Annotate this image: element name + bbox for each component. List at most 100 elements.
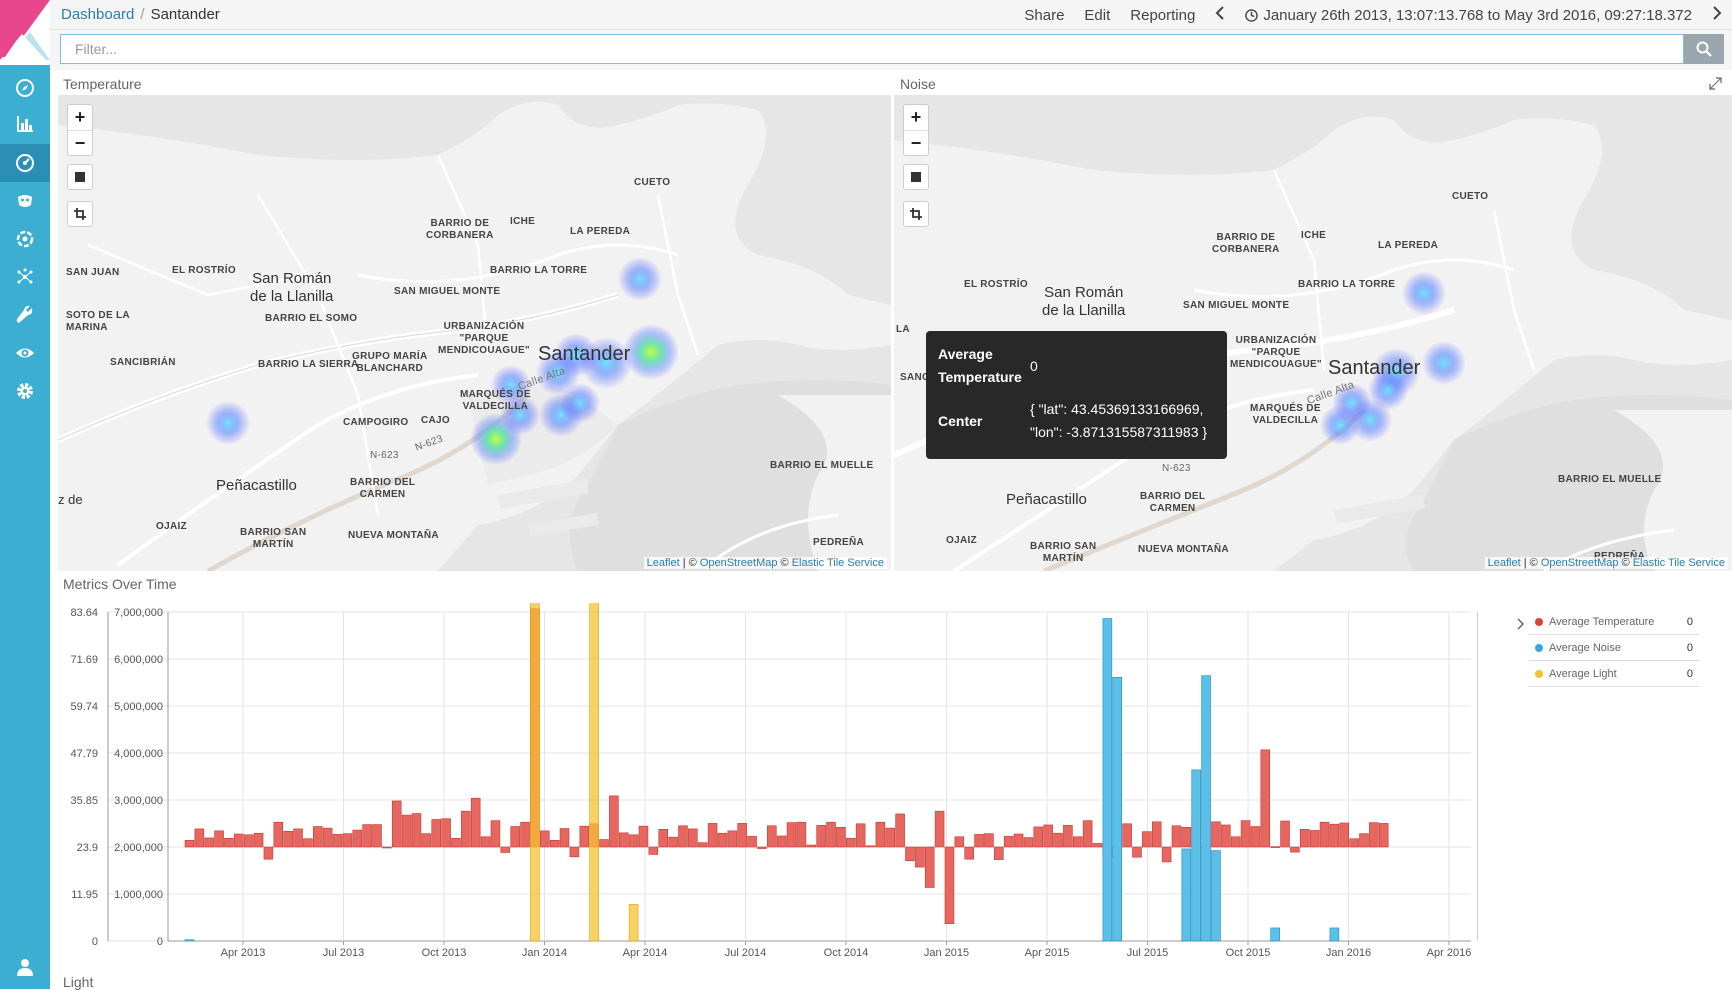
temperature-bar	[1250, 826, 1261, 848]
osm-link[interactable]: OpenStreetMap	[700, 557, 778, 569]
temperature-bar	[1092, 843, 1103, 848]
light-bar	[589, 603, 599, 942]
temperature-bar	[964, 846, 974, 860]
timelion-icon[interactable]	[13, 189, 37, 213]
leaflet-link[interactable]: Leaflet	[647, 557, 680, 569]
chevron-right-icon[interactable]	[1712, 6, 1722, 24]
temperature-map[interactable]: CUETO BARRIO DE CORBANERA ICHE LA PEREDA…	[58, 95, 891, 571]
crop-button[interactable]	[903, 201, 929, 227]
compass-icon[interactable]	[13, 76, 37, 100]
elastic-tile-link[interactable]: Elastic Tile Service	[792, 557, 884, 569]
noise-bar	[1102, 618, 1113, 942]
legend-toggle-icon[interactable]	[1517, 617, 1525, 635]
breadcrumb-separator: /	[140, 6, 145, 23]
draw-rectangle-button[interactable]	[903, 164, 929, 190]
legend-item[interactable]: Average Light 0	[1529, 662, 1699, 687]
map-label-sancibrian: SANCIBRIÁN	[110, 357, 176, 368]
y-tick-inner: 0	[157, 936, 163, 948]
x-tick-label: Apr 2015	[1025, 947, 1070, 959]
temperature-bar	[816, 825, 826, 848]
share-button[interactable]: Share	[1024, 7, 1064, 24]
temperature-bar	[1221, 824, 1231, 848]
temperature-bar	[382, 846, 392, 849]
temperature-bar	[1280, 820, 1290, 848]
temperature-bar	[214, 830, 224, 848]
temperature-bar	[263, 846, 274, 860]
gear-icon[interactable]	[13, 379, 37, 403]
temperature-bar	[322, 827, 333, 848]
temperature-bar	[875, 821, 886, 848]
chevron-left-icon[interactable]	[1215, 6, 1225, 24]
expand-icon[interactable]	[1709, 77, 1722, 95]
eye-icon[interactable]	[13, 341, 37, 365]
temperature-bar	[697, 842, 708, 848]
leaflet-link[interactable]: Leaflet	[1488, 557, 1521, 569]
temperature-bar	[1132, 846, 1142, 858]
map-label-san-roman: San Román de la Llanilla	[1042, 284, 1126, 319]
light-bar	[530, 603, 540, 942]
map-label-santander: Santander	[1328, 357, 1421, 379]
kibana-logo[interactable]	[0, 0, 50, 65]
x-tick-label: Jan 2015	[924, 947, 969, 959]
attribution-sep-1: | ©	[1520, 557, 1541, 569]
time-range-text: January 26th 2013, 13:07:13.768 to May 3…	[1263, 6, 1692, 24]
temperature-bar	[1082, 820, 1093, 848]
zoom-in-button[interactable]: +	[68, 105, 92, 130]
osm-link[interactable]: OpenStreetMap	[1541, 557, 1619, 569]
map-label-barrio-corbanera: BARRIO DE CORBANERA	[426, 218, 494, 241]
draw-rectangle-button[interactable]	[67, 164, 93, 190]
bar-chart-icon[interactable]	[13, 112, 37, 136]
map-label-penacastillo: Peñacastillo	[1006, 491, 1087, 508]
map-label-barrio-muelle: BARRIO EL MUELLE	[770, 460, 874, 471]
temperature-bar	[1369, 822, 1379, 848]
temperature-bar	[628, 834, 639, 848]
legend-item[interactable]: Average Temperature 0	[1529, 610, 1699, 635]
crop-button[interactable]	[67, 201, 93, 227]
attribution-sep-2: ©	[1618, 557, 1633, 569]
reporting-button[interactable]: Reporting	[1130, 7, 1195, 24]
breadcrumb-dashboard-link[interactable]: Dashboard	[61, 6, 134, 23]
legend-item[interactable]: Average Noise 0	[1529, 636, 1699, 661]
map-label-pedrena: PEDREÑA	[813, 537, 864, 548]
temperature-bar	[717, 832, 728, 848]
map-label-cajo: CAJO	[421, 415, 450, 426]
temperature-bar	[855, 823, 866, 848]
zoom-out-button[interactable]: −	[68, 130, 92, 155]
ml-icon[interactable]	[13, 265, 37, 289]
noise-bar	[1181, 848, 1192, 942]
y-tick-outer: 11.95	[71, 889, 98, 901]
apm-icon[interactable]	[13, 227, 37, 251]
map-label-san-juan: SAN JUAN	[66, 267, 120, 278]
time-picker[interactable]: January 26th 2013, 13:07:13.768 to May 3…	[1245, 7, 1692, 24]
map-label-barrio-carmen: BARRIO DEL CARMEN	[350, 477, 416, 500]
temperature-bar	[658, 828, 668, 848]
user-icon[interactable]	[13, 955, 37, 979]
dashboard-icon[interactable]	[0, 144, 50, 182]
temperature-bar	[470, 797, 481, 848]
temperature-bar	[194, 828, 205, 848]
map-label-cueto: CUETO	[634, 177, 671, 188]
zoom-in-button[interactable]: +	[904, 105, 928, 130]
zoom-out-button[interactable]: −	[904, 130, 928, 155]
temperature-bar	[668, 836, 678, 848]
map-label-la: LA	[896, 324, 910, 335]
search-button[interactable]	[1684, 34, 1724, 64]
temperature-bar	[490, 820, 501, 848]
temperature-bar	[1230, 836, 1241, 848]
temperature-bar	[954, 836, 965, 848]
temperature-bar	[638, 825, 649, 848]
tooltip-key-center: Center	[938, 413, 983, 429]
map-label-urbanizacion: URBANIZACIÓN "PARQUE MENDICOUAGUE"	[438, 321, 530, 356]
temperature-bar	[974, 834, 984, 848]
y-tick-inner: 5,000,000	[114, 701, 163, 713]
edit-button[interactable]: Edit	[1084, 7, 1110, 24]
temperature-bar	[1033, 826, 1044, 848]
elastic-tile-link[interactable]: Elastic Tile Service	[1633, 557, 1725, 569]
map-label-campogiro: CAMPOGIRO	[343, 417, 409, 428]
metrics-chart[interactable]: 83.647,000,000141.8871.696,000,000113.93…	[58, 603, 1478, 965]
wrench-icon[interactable]	[13, 303, 37, 327]
breadcrumb: Dashboard / Santander	[61, 6, 220, 23]
temperature-bar	[224, 838, 234, 848]
y-tick-inner: 4,000,000	[114, 748, 163, 760]
filter-input[interactable]	[60, 34, 1684, 64]
